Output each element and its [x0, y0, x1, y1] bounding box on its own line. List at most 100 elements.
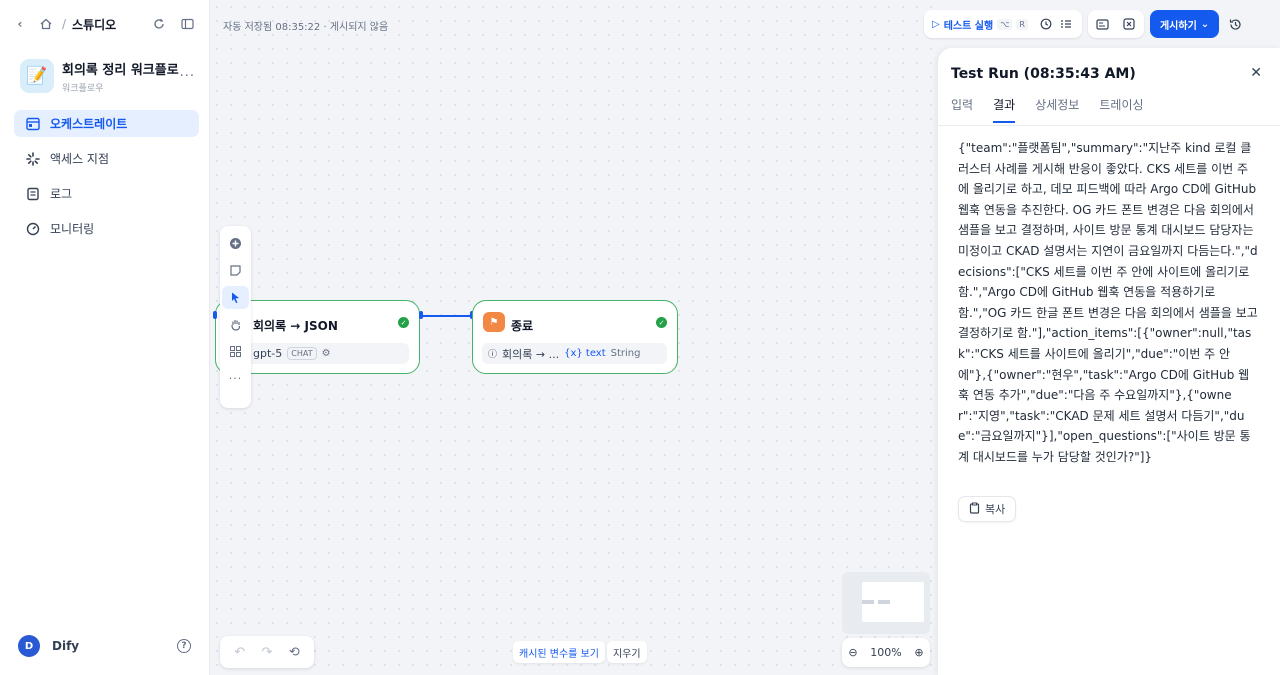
sidebar-item-label: 로그 — [50, 187, 73, 201]
app-icon: 📝 — [20, 59, 54, 93]
node-output-var: ⓘ 회의록 → ... {x} text String — [482, 343, 667, 364]
publish-button[interactable]: 게시하기 ⌄ — [1149, 10, 1220, 38]
undo-icon[interactable]: ↶ — [234, 645, 245, 660]
sidebar-header: ‹ / 스튜디오 — [10, 14, 197, 34]
chevron-down-icon: ⌄ — [1200, 18, 1210, 30]
workflow-canvas[interactable]: 자동 저장됨 08:35:22 · 게시되지 않음 회의록 → JSON ✓ g… — [210, 0, 940, 675]
add-note-icon[interactable] — [222, 259, 249, 282]
hand-icon[interactable] — [222, 313, 249, 336]
node-title: 종료 — [511, 319, 534, 333]
sidebar-toggle-icon[interactable] — [177, 14, 197, 34]
check-icon: ✓ — [398, 317, 409, 328]
zoom-in-icon[interactable]: ⊕ — [914, 646, 923, 659]
sidebar-item-logs[interactable]: 로그 — [14, 180, 199, 207]
layout-icon — [26, 117, 40, 130]
more-icon[interactable]: ··· — [222, 367, 249, 390]
play-icon: ▷ — [932, 18, 940, 30]
tab-result[interactable]: 결과 — [993, 96, 1016, 123]
test-run-button[interactable]: ▷ 테스트 실행 ⌥ R — [924, 10, 1082, 38]
top-toolbar: ▷ 테스트 실행 ⌥ R 게시하기 ⌄ — [924, 10, 1271, 38]
view-cached-vars-button[interactable]: 캐시된 변수를 보기 — [513, 641, 605, 663]
model-name: gpt-5 — [253, 347, 283, 360]
panel-title: Test Run (08:35:43 AM) — [951, 66, 1136, 82]
test-run-panel: Test Run (08:35:43 AM) ✕ 입력 결과 상세정보 트레이싱… — [938, 48, 1280, 675]
refresh-icon[interactable] — [149, 14, 169, 34]
avatar[interactable]: D — [18, 635, 40, 657]
breadcrumb: ‹ / 스튜디오 — [10, 14, 117, 34]
more-icon[interactable]: ··· — [180, 69, 195, 84]
close-icon[interactable]: ✕ — [1250, 65, 1262, 81]
shortcut-key: ⌥ — [997, 18, 1013, 30]
run-history-icon[interactable] — [1038, 14, 1054, 34]
chat-chip: CHAT — [287, 347, 317, 360]
publish-label: 게시하기 — [1159, 20, 1197, 32]
minimap-node — [862, 600, 874, 604]
var-source: 회의록 → ... — [502, 347, 560, 361]
node-handle-left[interactable] — [213, 311, 217, 319]
clear-button[interactable]: 지우기 — [606, 641, 647, 663]
node-title: 회의록 → JSON — [253, 319, 338, 333]
sidebar-item-access-point[interactable]: 액세스 지점 — [14, 145, 199, 172]
add-node-icon[interactable] — [222, 232, 249, 255]
copy-label: 복사 — [985, 503, 1006, 516]
log-icon — [27, 187, 39, 200]
end-node-icon: ⚑ — [483, 312, 505, 332]
redo-icon[interactable]: ↷ — [262, 645, 273, 660]
history-icon[interactable]: ⟲ — [289, 645, 300, 660]
chevron-left-icon[interactable]: ‹ — [10, 14, 30, 34]
sidebar-item-label: 액세스 지점 — [50, 152, 110, 166]
minimap[interactable] — [842, 572, 930, 634]
sidebar: ‹ / 스튜디오 📝 회의록 정리 워크플로 워크플로우 ··· 오케스트레이트 — [0, 0, 210, 675]
monitoring-icon — [26, 222, 40, 235]
checklist-icon[interactable] — [1058, 14, 1074, 34]
test-run-label: 테스트 실행 — [943, 20, 994, 32]
check-icon: ✓ — [656, 317, 667, 328]
copy-button[interactable]: 복사 — [958, 496, 1017, 522]
home-icon[interactable] — [36, 14, 56, 34]
tab-tracing[interactable]: 트레이싱 — [1099, 96, 1143, 123]
env-variables-icon[interactable] — [1092, 14, 1114, 34]
var-name: {x} text — [564, 348, 606, 359]
minimap-node — [878, 600, 890, 604]
variable-bar: 캐시된 변수를 보기 지우기 — [513, 641, 647, 663]
shortcut-key: R — [1016, 18, 1028, 30]
node-handle-right[interactable] — [419, 311, 423, 319]
save-status: 자동 저장됨 08:35:22 · 게시되지 않음 — [223, 22, 389, 33]
history-controls: ↶ ↷ ⟲ — [220, 636, 314, 668]
app-type: 워크플로우 — [62, 83, 104, 94]
user-name[interactable]: Dify — [52, 639, 79, 653]
clipboard-icon — [969, 502, 980, 517]
model-settings-icon: ⚙ — [321, 348, 331, 359]
result-output: {"team":"플랫폼팀","summary":"지난주 kind 로컬 클러… — [958, 141, 1262, 464]
breadcrumb-separator: / — [62, 17, 67, 31]
help-icon[interactable]: ? — [177, 639, 191, 653]
tabs-divider — [938, 125, 1280, 126]
canvas-toolbar: ··· — [220, 226, 251, 408]
sidebar-nav: 오케스트레이트 액세스 지점 로그 모니터링 — [14, 110, 199, 250]
toolbar-group — [1087, 10, 1144, 38]
version-history-icon[interactable] — [1225, 14, 1245, 34]
user-area: D Dify ? — [18, 635, 191, 657]
zoom-controls: ⊖ 100% ⊕ — [842, 638, 930, 667]
pointer-icon[interactable] — [222, 286, 249, 309]
sidebar-item-monitoring[interactable]: 모니터링 — [14, 215, 199, 242]
access-point-icon — [26, 151, 40, 166]
node-end[interactable]: ⚑ 종료 ✓ ⓘ 회의록 → ... {x} text String — [472, 300, 678, 374]
organize-icon[interactable] — [222, 340, 249, 363]
app-card[interactable]: 📝 회의록 정리 워크플로 워크플로우 ··· — [20, 56, 195, 96]
tab-details[interactable]: 상세정보 — [1035, 96, 1079, 123]
zoom-level[interactable]: 100% — [870, 646, 901, 659]
breadcrumb-studio[interactable]: 스튜디오 — [72, 16, 116, 33]
info-icon: ⓘ — [488, 350, 498, 360]
variable-icon[interactable] — [1118, 14, 1140, 34]
node-model: gpt-5 CHAT ⚙ — [225, 343, 409, 364]
edge-connection — [421, 315, 472, 317]
tab-input[interactable]: 입력 — [951, 96, 973, 123]
panel-tabs: 입력 결과 상세정보 트레이싱 — [951, 96, 1144, 123]
sidebar-item-label: 오케스트레이트 — [50, 117, 128, 131]
sidebar-item-orchestrate[interactable]: 오케스트레이트 — [14, 110, 199, 137]
zoom-out-icon[interactable]: ⊖ — [848, 646, 857, 659]
app-name: 회의록 정리 워크플로 — [62, 62, 179, 78]
var-type: String — [610, 348, 641, 359]
sidebar-item-label: 모니터링 — [50, 222, 95, 236]
